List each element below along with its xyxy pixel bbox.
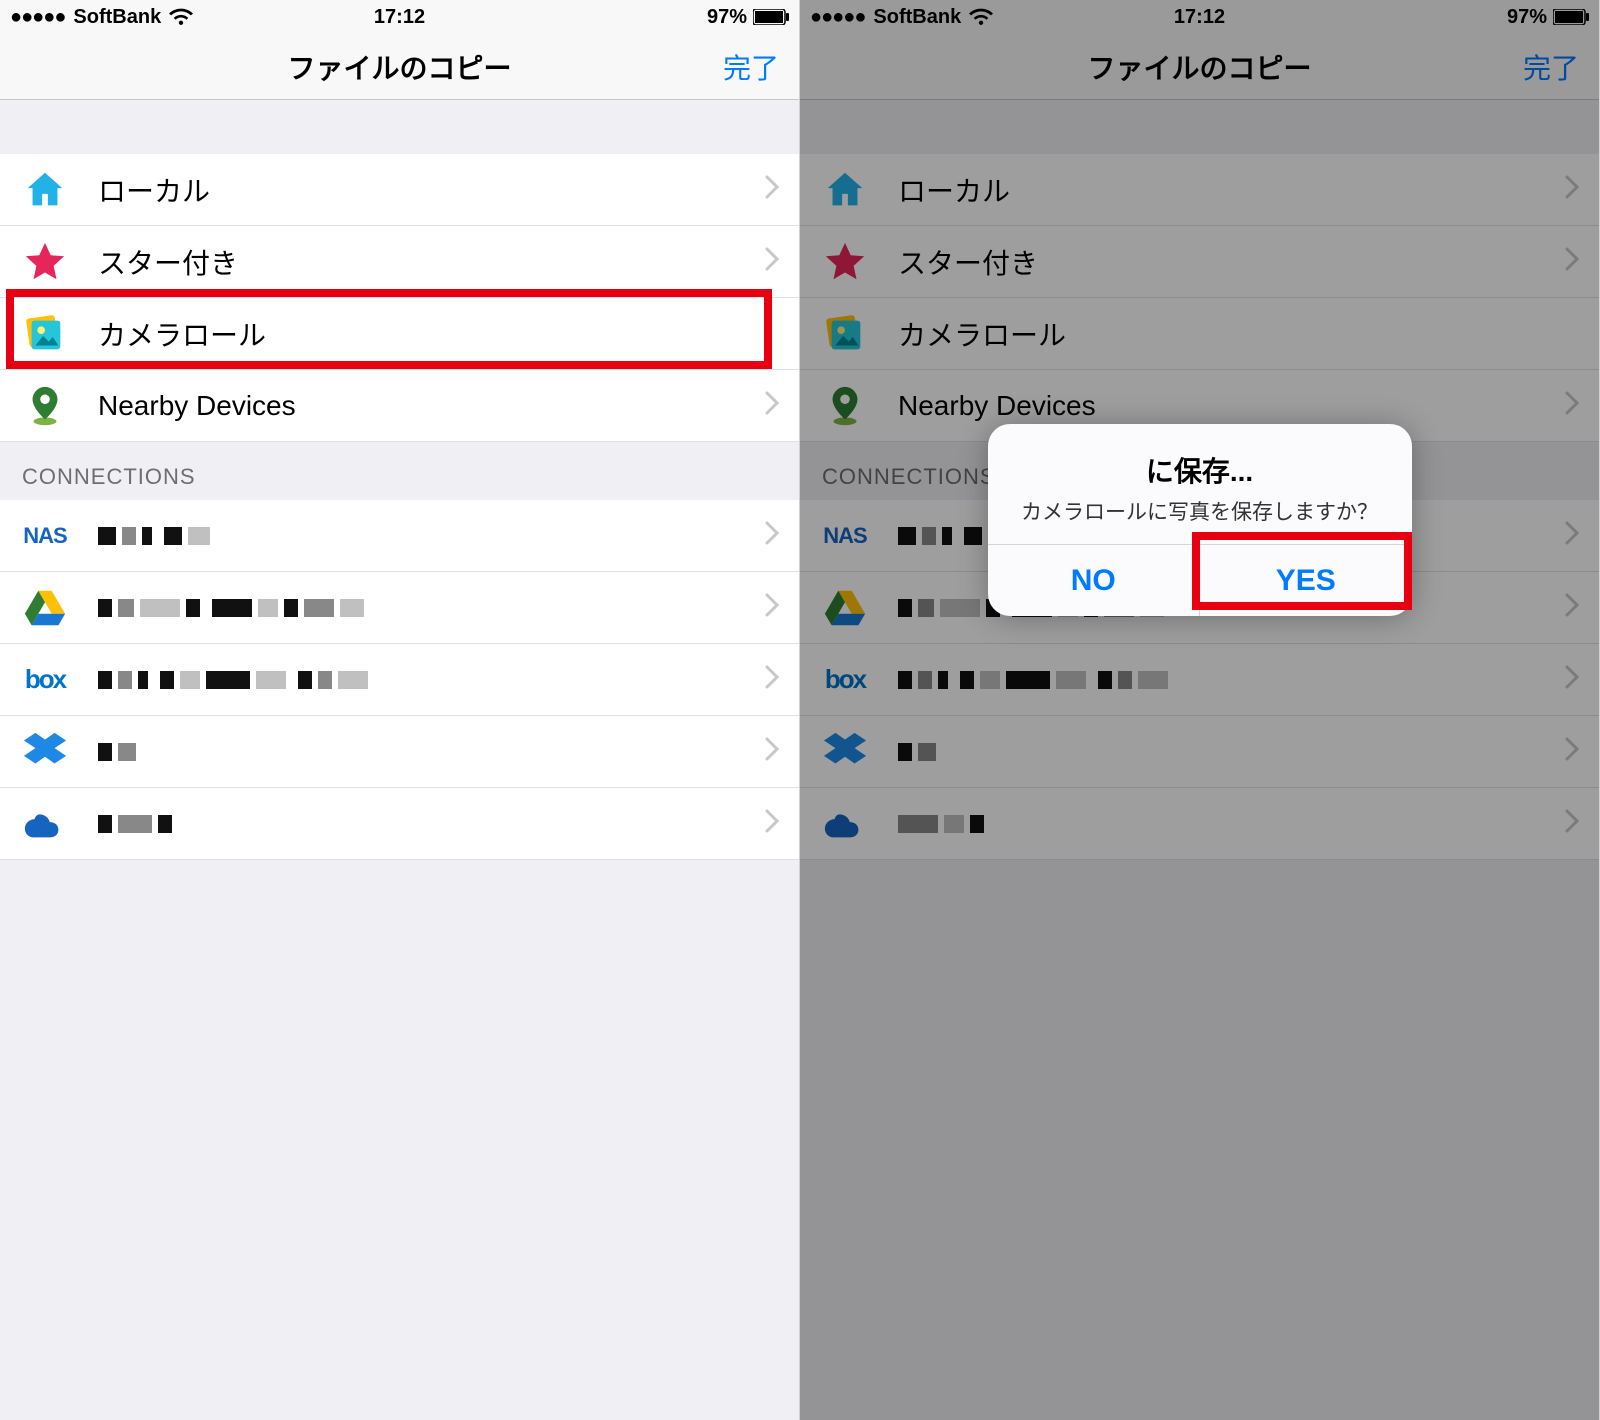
redacted-label [98, 671, 765, 689]
nav-title: ファイルのコピー [287, 47, 511, 87]
section-header-connections: CONNECTIONS [0, 442, 799, 500]
alert-yes-button[interactable]: YES [1199, 545, 1412, 616]
wifi-icon [169, 8, 193, 26]
chevron-right-icon [765, 520, 779, 552]
alert-message: カメラロールに写真を保存しますか？ [1008, 496, 1392, 526]
box-icon: box [22, 657, 68, 703]
nas-icon: NAS [22, 513, 68, 559]
section-gap [0, 100, 799, 154]
redacted-label [98, 599, 765, 617]
chevron-right-icon [765, 808, 779, 840]
home-icon [22, 167, 68, 213]
redacted-label [98, 743, 765, 761]
google-drive-icon [22, 585, 68, 631]
chevron-right-icon [765, 736, 779, 768]
screen-left: ●●●●● SoftBank 17:12 97% ファイルのコピー 完了 ローカ… [0, 0, 800, 1420]
chevron-right-icon [765, 592, 779, 624]
row-connection-dropbox[interactable] [0, 716, 799, 788]
row-label: カメラロール [98, 314, 779, 354]
row-label: Nearby Devices [98, 390, 765, 422]
status-time: 17:12 [374, 6, 425, 29]
chevron-right-icon [765, 390, 779, 422]
row-local[interactable]: ローカル [0, 154, 799, 226]
redacted-label [98, 815, 765, 833]
chevron-right-icon [765, 174, 779, 206]
alert-no-button[interactable]: NO [988, 545, 1200, 616]
row-connection-nas[interactable]: NAS [0, 500, 799, 572]
photos-icon [22, 311, 68, 357]
status-bar: ●●●●● SoftBank 17:12 97% [0, 0, 799, 34]
row-connection-box[interactable]: box [0, 644, 799, 716]
row-label: スター付き [98, 242, 765, 282]
signal-dots-icon: ●●●●● [10, 6, 65, 29]
onedrive-icon [22, 801, 68, 847]
battery-icon [753, 9, 789, 25]
save-alert: に保存... カメラロールに写真を保存しますか？ NO YES [988, 424, 1412, 616]
nav-bar: ファイルのコピー 完了 [0, 34, 799, 100]
star-icon [22, 239, 68, 285]
done-button[interactable]: 完了 [723, 47, 779, 87]
row-camera-roll[interactable]: カメラロール [0, 298, 799, 370]
row-connection-onedrive[interactable] [0, 788, 799, 860]
pin-icon [22, 383, 68, 429]
modal-dim-overlay [800, 0, 1599, 1420]
carrier-label: SoftBank [73, 6, 161, 29]
chevron-right-icon [765, 246, 779, 278]
screen-right: ●●●●● SoftBank 17:12 97% ファイルのコピー 完了 ローカ… [800, 0, 1600, 1420]
dropbox-icon [22, 729, 68, 775]
redacted-label [98, 527, 765, 545]
battery-percent: 97% [707, 6, 747, 29]
alert-title: に保存... [1008, 450, 1392, 490]
chevron-right-icon [765, 664, 779, 696]
row-connection-gdrive[interactable] [0, 572, 799, 644]
row-nearby-devices[interactable]: Nearby Devices [0, 370, 799, 442]
row-label: ローカル [98, 170, 765, 210]
row-starred[interactable]: スター付き [0, 226, 799, 298]
